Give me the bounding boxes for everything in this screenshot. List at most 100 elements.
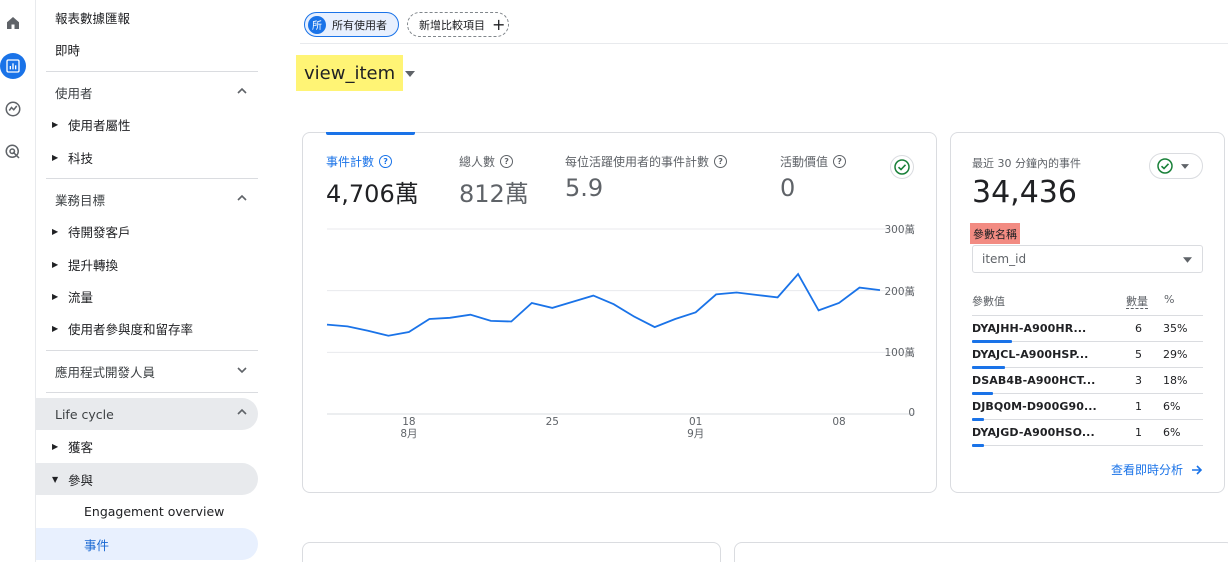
param-value: DYAJHH-A900HR... (972, 322, 1087, 335)
col-header-count[interactable]: 數量 (1126, 293, 1148, 309)
caret-right-icon: ▶ (52, 152, 59, 162)
x-tick-label: 08 (824, 416, 854, 429)
table-row[interactable]: DYAJGD-A900HSO... 1 6% (972, 420, 1203, 447)
caret-right-icon: ▶ (52, 291, 59, 301)
param-pct: 18% (1163, 374, 1188, 387)
add-comparison-button[interactable]: 新增比較項目 + (407, 12, 509, 37)
caret-right-icon: ▶ (52, 441, 59, 451)
sidebar-item-user-attributes[interactable]: ▶ 使用者屬性 (36, 109, 258, 139)
select-value: item_id (982, 252, 1027, 266)
divider (46, 350, 258, 351)
advertising-icon[interactable] (0, 139, 26, 165)
param-pct: 29% (1163, 348, 1188, 361)
bottom-card-left (302, 542, 721, 562)
metrics-chart-card: 事件計數? 4,706萬 總人數? 812萬 每位活躍使用者的事件計數? 5.9… (302, 132, 937, 493)
sidebar-item-tech[interactable]: ▶ 科技 (36, 142, 258, 172)
dropdown-arrow-icon (1183, 257, 1192, 263)
param-value: DYAJGD-A900HSO... (972, 426, 1095, 439)
segment-chip[interactable]: 所 所有使用者 (304, 12, 399, 37)
share-bar (972, 444, 984, 447)
x-tick-day: 01 (688, 416, 703, 428)
realtime-events-card: 最近 30 分鐘內的事件 34,436 參數名稱 item_id 參數值 數量 … (950, 132, 1225, 493)
y-tick-label: 200萬 (884, 285, 915, 298)
series-line[interactable] (326, 272, 881, 337)
sidebar-item-realtime[interactable]: 即時 (36, 34, 258, 64)
y-tick-label: 100萬 (884, 347, 915, 360)
x-tick-month: 9月 (687, 427, 705, 440)
sidebar-item-acquisition[interactable]: ▶ 獲客 (36, 431, 258, 461)
param-value: DSAB4B-A900HCT... (972, 374, 1096, 387)
view-realtime-link[interactable]: 查看即時分析 (1111, 461, 1203, 478)
line-chart[interactable] (303, 133, 938, 453)
caret-right-icon: ▶ (52, 259, 59, 269)
param-name-select[interactable]: item_id (972, 245, 1203, 273)
x-tick-day: 08 (832, 416, 846, 428)
x-tick-label: 18 8月 (394, 416, 424, 440)
param-count: 5 (1135, 348, 1142, 361)
param-count: 6 (1135, 322, 1142, 335)
sidebar-item-engagement-overview[interactable]: Engagement overview (36, 496, 258, 526)
sidebar-item-events[interactable]: 事件 (36, 528, 258, 560)
check-circle-icon (1157, 158, 1173, 174)
bottom-card-right (734, 542, 1228, 562)
chevron-up-icon (237, 194, 247, 201)
sidebar-section-business[interactable]: 業務目標 (36, 184, 258, 214)
table-row[interactable]: DSAB4B-A900HCT... 3 18% (972, 368, 1203, 395)
data-quality-dropdown[interactable] (1149, 153, 1203, 179)
section-label: 應用程式開發人員 (55, 364, 156, 380)
arrow-right-icon (1192, 464, 1203, 475)
item-label: 使用者屬性 (68, 117, 131, 133)
chevron-up-icon (237, 87, 247, 94)
view-realtime-label: 查看即時分析 (1111, 463, 1184, 477)
y-tick-label: 300萬 (884, 224, 915, 236)
sidebar-section-lifecycle[interactable]: Life cycle (36, 398, 258, 430)
sidebar-item-generate-leads[interactable]: ▶ 待開發客戶 (36, 216, 258, 246)
x-tick-month: 8月 (400, 427, 418, 440)
item-label: 使用者參與度和留存率 (68, 321, 194, 337)
item-label: 流量 (68, 289, 94, 305)
y-tick-label: 0 (908, 407, 915, 419)
sidebar-item-report-snapshot[interactable]: 報表數據匯報 (36, 2, 258, 32)
sidebar: 報表數據匯報 即時 使用者 ▶ 使用者屬性 ▶ 科技 業務目標 ▶ 待開發客戶 ▶ 提升… (36, 0, 266, 562)
table-row[interactable]: DYAJCL-A900HSP... 5 29% (972, 342, 1203, 369)
dropdown-arrow-icon[interactable] (405, 70, 415, 78)
sidebar-item-traffic[interactable]: ▶ 流量 (36, 281, 258, 311)
realtime-subtitle: 最近 30 分鐘內的事件 (972, 157, 1081, 170)
item-label: 科技 (68, 150, 94, 166)
home-icon[interactable] (0, 10, 26, 36)
item-label: 提升轉換 (68, 257, 119, 273)
param-pct: 6% (1163, 400, 1181, 413)
segment-avatar: 所 (308, 15, 326, 34)
section-label: 業務目標 (55, 192, 106, 208)
dropdown-arrow-icon (1181, 163, 1189, 169)
sidebar-item-engagement-retention[interactable]: ▶ 使用者參與度和留存率 (36, 313, 258, 343)
item-label: 待開發客戶 (68, 224, 131, 240)
reports-icon[interactable] (0, 53, 26, 79)
param-pct: 6% (1163, 426, 1181, 439)
divider (46, 71, 258, 72)
param-value: DJBQ0M-D900G90... (972, 400, 1097, 413)
item-label: 參與 (68, 472, 94, 488)
col-header-pct: % (1164, 293, 1175, 306)
col-header-value: 參數值 (972, 295, 1005, 308)
sidebar-section-user[interactable]: 使用者 (36, 77, 258, 107)
table-row[interactable]: DYAJHH-A900HR... 6 35% (972, 316, 1203, 343)
section-label: 使用者 (55, 85, 93, 101)
item-label: 獲客 (68, 439, 94, 455)
section-label: Life cycle (55, 406, 114, 422)
explore-icon[interactable] (0, 96, 26, 122)
x-tick-day: 25 (545, 416, 559, 428)
comparison-bar: 所 所有使用者 新增比較項目 + (300, 0, 1228, 44)
sidebar-section-app-developer[interactable]: 應用程式開發人員 (36, 356, 258, 386)
param-count: 1 (1135, 400, 1142, 413)
event-title-selector[interactable]: view_item (296, 55, 404, 91)
divider (46, 178, 258, 179)
param-count: 3 (1135, 374, 1142, 387)
sidebar-item-engagement[interactable]: ▼ 參與 (36, 463, 258, 495)
x-tick-label: 01 9月 (681, 416, 711, 440)
table-row[interactable]: DJBQ0M-D900G90... 1 6% (972, 394, 1203, 421)
x-tick-day: 18 (402, 416, 416, 428)
chevron-up-icon (237, 408, 247, 415)
param-count: 1 (1135, 426, 1142, 439)
sidebar-item-drive-sales[interactable]: ▶ 提升轉換 (36, 249, 258, 279)
